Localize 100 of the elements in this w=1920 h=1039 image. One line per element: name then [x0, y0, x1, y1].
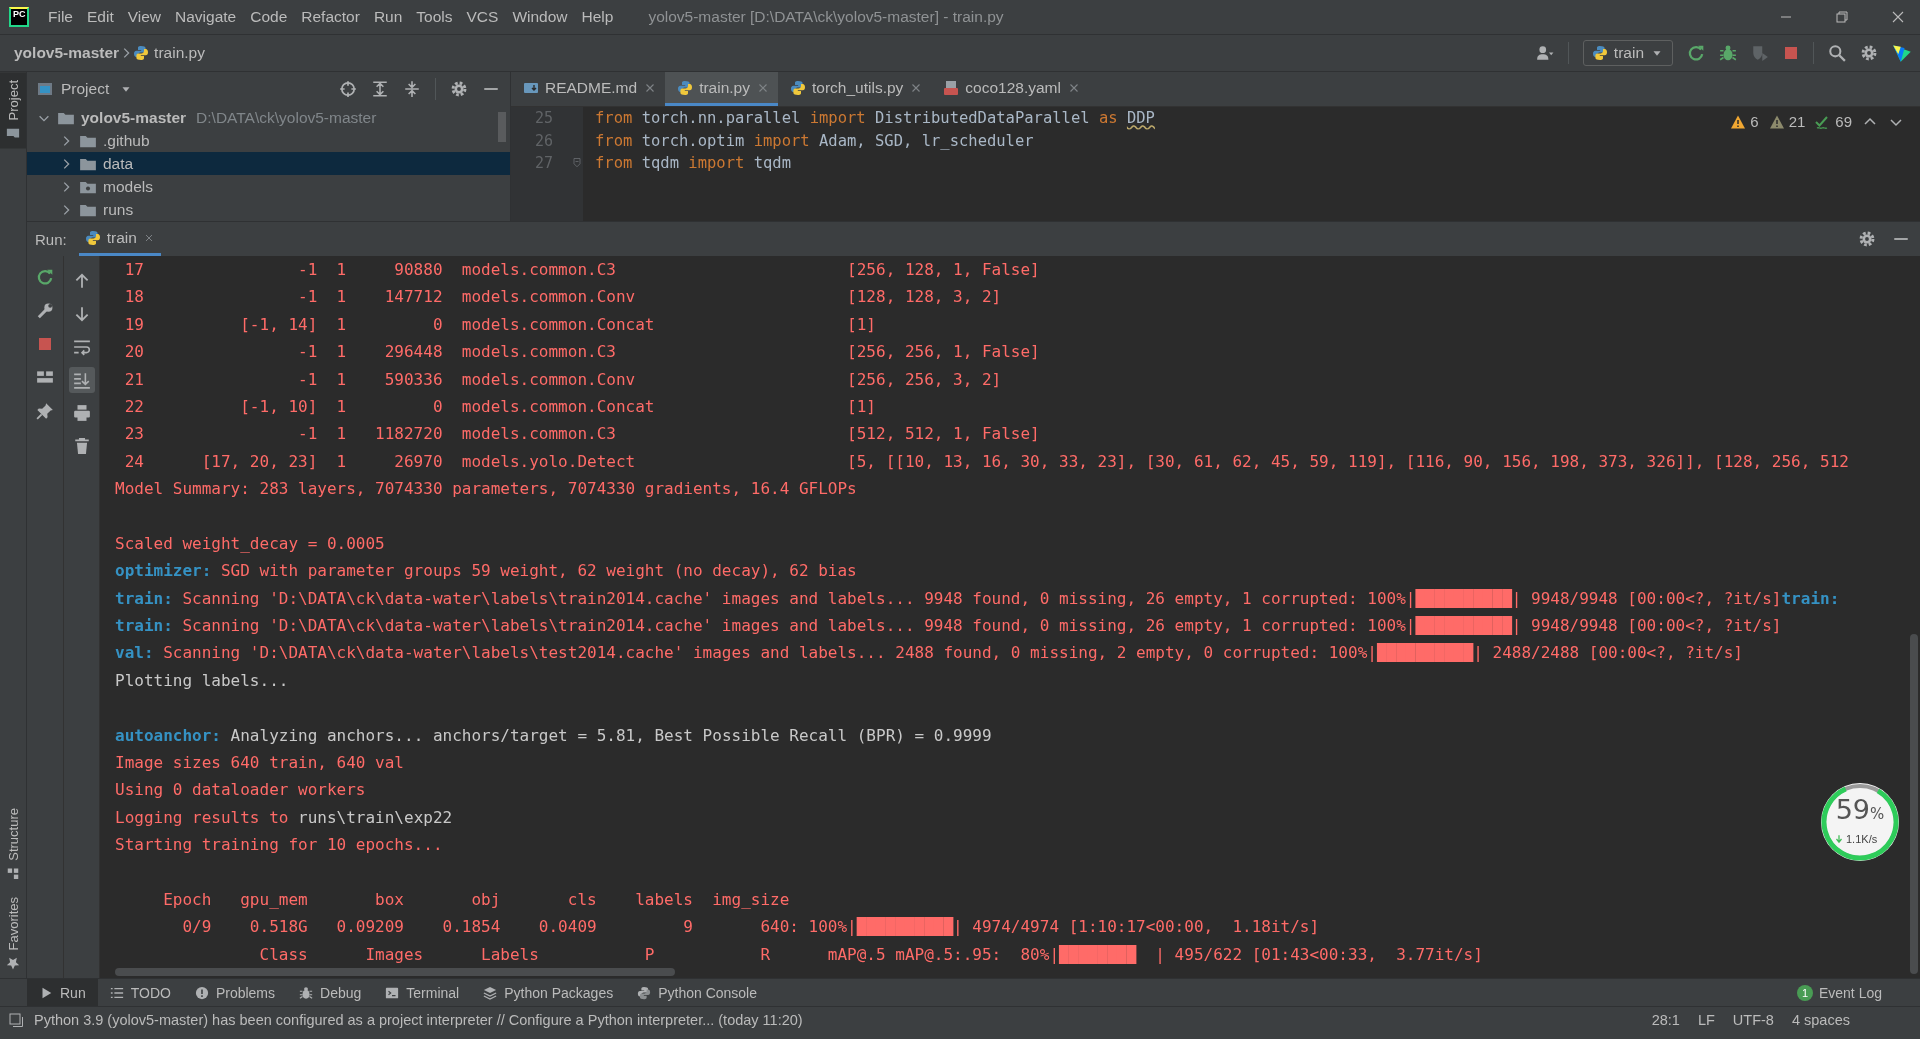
collapse-all-icon[interactable] [403, 80, 421, 98]
logo-icon[interactable] [1892, 43, 1912, 63]
settings-icon[interactable] [450, 80, 468, 98]
search-icon[interactable] [1828, 44, 1846, 62]
crosshair-icon[interactable] [339, 80, 357, 98]
editor-tab[interactable]: train.py [665, 72, 778, 106]
console-line: 18 -1 1 147712 models.common.Conv [128, 128, 3, 2] [123, 286, 1002, 309]
pin-icon[interactable] [36, 402, 54, 420]
tool-window-tab[interactable]: Terminal [373, 979, 472, 1006]
python-icon [133, 45, 150, 61]
app-logo: PC [9, 7, 29, 27]
console-line: Epoch gpu_mem box obj cls labels img_size [162, 889, 790, 911]
console-line: Using 0 dataloader workers [115, 779, 366, 802]
console-line: val: Scanning 'D:\DATA\ck\data-water\labels\test2014.cache' images and labels... 2488 found, 0 missing, 2 empty, 0 corrupted: 100%|██████████| 2488/2488 [00:00<?, ?it/s] [115, 642, 1743, 665]
status-message[interactable]: Python 3.9 (yolov5-master) has been configured as a project interpreter // Configure a Python interpreter... (today 11:20) [34, 1012, 803, 1028]
user-icon[interactable] [1535, 44, 1554, 62]
editor-tab[interactable]: coco128.yaml [931, 72, 1089, 106]
bug-icon[interactable] [1719, 44, 1737, 62]
exclamation-icon [194, 985, 209, 1000]
tree-item[interactable]: models [27, 175, 510, 198]
breadcrumb-item[interactable]: yolov5-master [14, 44, 120, 62]
warning-icon [1730, 113, 1747, 130]
menu-item[interactable]: Tools [409, 8, 460, 26]
tree-item[interactable]: .github [27, 129, 510, 152]
tool-window-tab[interactable]: Debug [287, 979, 374, 1006]
rerun-icon[interactable] [1687, 44, 1705, 62]
window-title: yolov5-master [D:\DATA\ck\yolov5-master] - train.py [648, 8, 1004, 26]
tool-window-tab[interactable]: Python Console [625, 979, 769, 1006]
tree-item[interactable]: runs [27, 198, 510, 221]
status-item[interactable]: UTF-8 [1732, 1012, 1774, 1028]
editor-tab[interactable]: README.md [511, 72, 666, 106]
settings-icon[interactable] [1860, 44, 1878, 62]
console-line: 0/9 0.518G 0.09209 0.1854 0.0409 9 640: 100%|██████████| 4974/4974 [1:10:17<00:00, 1.18it/s] [181, 916, 1320, 939]
run-config-dropdown[interactable]: train [1582, 40, 1673, 66]
inspection-count[interactable]: 69 [1815, 113, 1852, 130]
notification-badge: 1 [1796, 984, 1813, 1001]
python-icon [677, 79, 694, 96]
menu-item[interactable]: Help [574, 8, 621, 26]
event-log-button[interactable]: 1 Event Log [1796, 984, 1882, 1001]
tool-window-tab[interactable]: Problems [182, 979, 288, 1006]
menu-item[interactable]: Refactor [294, 8, 367, 26]
side-tab[interactable]: Project [0, 72, 26, 149]
scrollbar-thumb[interactable] [115, 968, 675, 976]
scrollbar-thumb[interactable] [498, 112, 506, 142]
menu-item[interactable]: VCS [459, 8, 506, 26]
tree-item[interactable]: yolov5-master D:\DATA\ck\yolov5-master [27, 106, 510, 129]
python-icon [84, 229, 101, 246]
stop-icon[interactable] [37, 336, 53, 352]
scrollbar-thumb[interactable] [1910, 634, 1918, 974]
wrench-icon[interactable] [36, 302, 54, 320]
expand-all-icon[interactable] [371, 80, 389, 98]
percent-reading: 59% [1834, 794, 1886, 825]
terminal-icon [385, 985, 400, 1000]
console-line: autoanchor: Analyzing anchors... anchors/target = 5.81, Best Possible Recall (BPR) = 0.9999 [115, 724, 992, 747]
tool-window-tab[interactable]: TODO [97, 979, 183, 1006]
menu-item[interactable]: Navigate [168, 8, 244, 26]
menu-item[interactable]: Run [366, 8, 410, 26]
tree-item[interactable]: data [27, 152, 510, 175]
console-line: Class Images Labels P R mAP@.5 mAP@.5:.95: 80%|████████ | 495/622 [01:43<00:33, 3.77it/s] [258, 943, 1483, 966]
settings-icon[interactable] [1858, 230, 1876, 248]
toolbar-button[interactable] [68, 367, 95, 393]
bug-icon [299, 985, 314, 1000]
project-view-dropdown[interactable]: Project [61, 80, 134, 98]
menu-item[interactable]: View [120, 8, 169, 26]
console-line: 24 [17, 20, 23] 1 26970 models.yolo.Detect [5, [[10, 13, 16, 30, 33, 23], [30, 61, 62, 45, 59, 119], [116, 90, 156, 198, 373, 326]], [128, 256, 512 [123, 450, 1849, 473]
console-line: Model Summary: 283 layers, 7074330 parameters, 7074330 gradients, 16.4 GFLOPs [115, 478, 857, 501]
menu-item[interactable]: Window [505, 8, 575, 26]
close-icon[interactable] [1890, 9, 1906, 25]
editor-tab[interactable]: torch_utils.py [778, 72, 932, 106]
status-item[interactable]: 28:1 [1651, 1012, 1680, 1028]
console-line: 23 -1 1 1182720 models.common.C3 [512, 512, 1, False] [123, 423, 1040, 446]
window-icon[interactable] [8, 1012, 24, 1028]
side-tab[interactable]: Structure [0, 799, 26, 889]
inspection-count[interactable]: 6 [1730, 113, 1759, 130]
side-tab[interactable]: Favorites [0, 888, 26, 978]
python-icon [790, 79, 806, 96]
console-line: Image sizes 640 train, 640 val [115, 752, 404, 775]
tool-window-tab[interactable]: Python Packages [471, 979, 626, 1006]
soft-wrap-icon [72, 338, 91, 356]
menu-item[interactable]: File [41, 8, 80, 26]
blocks-icon [6, 866, 20, 881]
arrow-down-icon [1834, 834, 1844, 844]
tool-window-tab[interactable]: Run [27, 979, 98, 1006]
fold-marker-icon[interactable] [571, 157, 583, 170]
menu-item[interactable]: Code [243, 8, 295, 26]
stop-icon[interactable] [1783, 45, 1799, 61]
code-line: from torch.nn.parallel import DistributedDataParallel as DDP [595, 108, 1156, 129]
restore-icon[interactable] [1834, 9, 1850, 25]
console-line: Logging results to runs\train\exp22 [115, 806, 453, 829]
document-icon [943, 79, 960, 96]
status-item[interactable]: 4 spaces [1791, 1012, 1850, 1028]
code-line: from torch.optim import Adam, SGD, lr_scheduler [595, 130, 1035, 152]
speed-reading: 1.1K/s [1846, 833, 1878, 845]
layout-icon[interactable] [36, 368, 54, 386]
status-item[interactable]: LF [1697, 1012, 1715, 1028]
breadcrumb-item[interactable]: train.py [133, 44, 205, 62]
menu-item[interactable]: Edit [80, 8, 121, 26]
rerun-icon[interactable] [36, 268, 54, 286]
console-line: train: Scanning 'D:\DATA\ck\data-water\labels\train2014.cache' images and labels... 9948 found, 0 missing, 26 empty, 1 corrupted: 100%|██████████| 9948/9948 [00:00<?, ?it/s] [115, 615, 1782, 638]
inspection-count[interactable]: 21 [1768, 113, 1806, 130]
